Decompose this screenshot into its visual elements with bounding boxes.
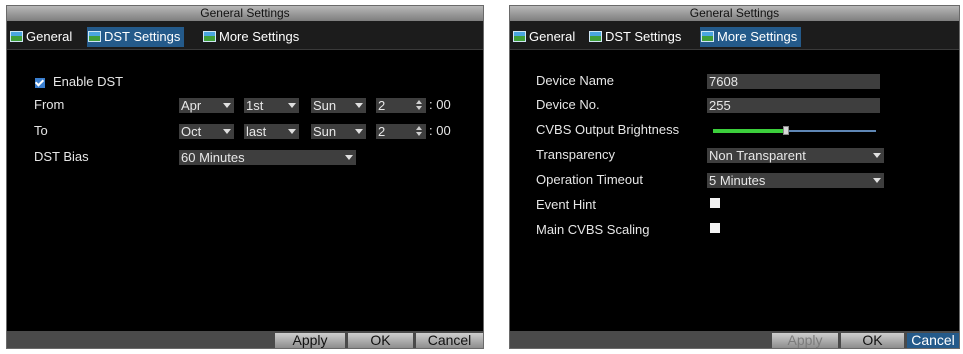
chevron-down-icon (223, 103, 231, 108)
select-value: Apr (181, 98, 202, 113)
select-value: Sun (313, 124, 337, 139)
transparency-select[interactable]: Non Transparent (707, 148, 884, 163)
chevron-down-icon (223, 129, 231, 134)
tab-more-settings[interactable]: More Settings (202, 27, 303, 47)
main-cvbs-scaling-label: Main CVBS Scaling (536, 222, 650, 237)
from-label: From (34, 97, 65, 112)
select-value: 1st (246, 98, 264, 113)
picture-icon (513, 31, 526, 42)
button-bar: Apply OK Cancel (510, 331, 959, 348)
chevron-down-icon (873, 153, 881, 158)
spinner-arrows-icon (416, 126, 423, 137)
cvbs-brightness-slider[interactable] (713, 126, 876, 135)
tab-label: General (26, 29, 73, 44)
cancel-button[interactable]: Cancel (416, 333, 483, 348)
enable-dst-checkbox[interactable] (35, 78, 45, 88)
enable-dst-label: Enable DST (53, 74, 124, 89)
event-hint-label: Event Hint (536, 197, 596, 212)
event-hint-checkbox[interactable] (710, 198, 720, 208)
picture-icon (88, 31, 101, 42)
transparency-label: Transparency (536, 147, 615, 162)
to-month-select[interactable]: Oct (179, 124, 234, 139)
tab-dst-settings[interactable]: DST Settings (588, 27, 685, 47)
picture-icon (701, 31, 714, 42)
from-minutes: : 00 (429, 97, 451, 112)
tab-bar: General DST Settings More Settings (510, 21, 959, 50)
tab-label: More Settings (219, 29, 300, 44)
slider-handle[interactable] (783, 126, 789, 135)
device-name-input[interactable]: 7608 (707, 74, 880, 89)
cvbs-brightness-label: CVBS Output Brightness (536, 122, 680, 137)
dst-bias-label: DST Bias (34, 149, 89, 164)
chevron-down-icon (288, 103, 296, 108)
dst-bias-select[interactable]: 60 Minutes (179, 150, 356, 165)
select-value: 60 Minutes (181, 150, 245, 165)
from-month-select[interactable]: Apr (179, 98, 234, 113)
chevron-down-icon (355, 103, 363, 108)
select-value: 5 Minutes (709, 173, 766, 188)
picture-icon (589, 31, 602, 42)
apply-button[interactable]: Apply (275, 333, 345, 348)
select-value: Sun (313, 98, 337, 113)
cancel-button[interactable]: Cancel (907, 333, 959, 348)
from-week-select[interactable]: 1st (244, 98, 299, 113)
select-value: Non Transparent (709, 148, 806, 163)
window-title: General Settings (510, 6, 959, 21)
stepper-value: 2 (378, 124, 386, 139)
tab-label: General (529, 29, 576, 44)
tab-label: DST Settings (605, 29, 682, 44)
tab-bar: General DST Settings More Settings (7, 21, 483, 50)
to-day-select[interactable]: Sun (311, 124, 366, 139)
chevron-down-icon (345, 155, 353, 160)
tab-general[interactable]: General (512, 27, 579, 47)
stepper-value: 2 (378, 98, 386, 113)
more-settings-panel: General Settings General DST Settings Mo… (509, 5, 960, 349)
apply-button[interactable]: Apply (772, 333, 838, 348)
dst-settings-panel: General Settings General DST Settings Mo… (6, 5, 484, 349)
from-hour-stepper[interactable]: 2 (376, 98, 426, 113)
operation-timeout-select[interactable]: 5 Minutes (707, 173, 884, 188)
to-hour-stepper[interactable]: 2 (376, 124, 426, 139)
ok-button[interactable]: OK (348, 333, 413, 348)
spinner-arrows-icon (416, 100, 423, 111)
device-no-input[interactable]: 255 (707, 98, 880, 113)
device-name-label: Device Name (536, 73, 615, 88)
tab-general[interactable]: General (9, 27, 76, 47)
to-label: To (34, 123, 48, 138)
tab-dst-settings[interactable]: DST Settings (87, 27, 185, 47)
tab-more-settings[interactable]: More Settings (700, 27, 802, 47)
tab-label: More Settings (717, 29, 798, 44)
select-value: last (246, 124, 267, 139)
ok-button[interactable]: OK (841, 333, 904, 348)
to-minutes: : 00 (429, 123, 451, 138)
picture-icon (203, 31, 216, 42)
chevron-down-icon (355, 129, 363, 134)
select-value: Oct (181, 124, 202, 139)
slider-fill (713, 129, 786, 133)
to-week-select[interactable]: last (244, 124, 299, 139)
main-cvbs-scaling-checkbox[interactable] (710, 223, 720, 233)
window-title: General Settings (7, 6, 483, 21)
operation-timeout-label: Operation Timeout (536, 172, 643, 187)
chevron-down-icon (288, 129, 296, 134)
picture-icon (10, 31, 23, 42)
device-no-label: Device No. (536, 97, 600, 112)
tab-label: DST Settings (104, 29, 181, 44)
chevron-down-icon (873, 178, 881, 183)
from-day-select[interactable]: Sun (311, 98, 366, 113)
button-bar: Apply OK Cancel (7, 331, 483, 348)
